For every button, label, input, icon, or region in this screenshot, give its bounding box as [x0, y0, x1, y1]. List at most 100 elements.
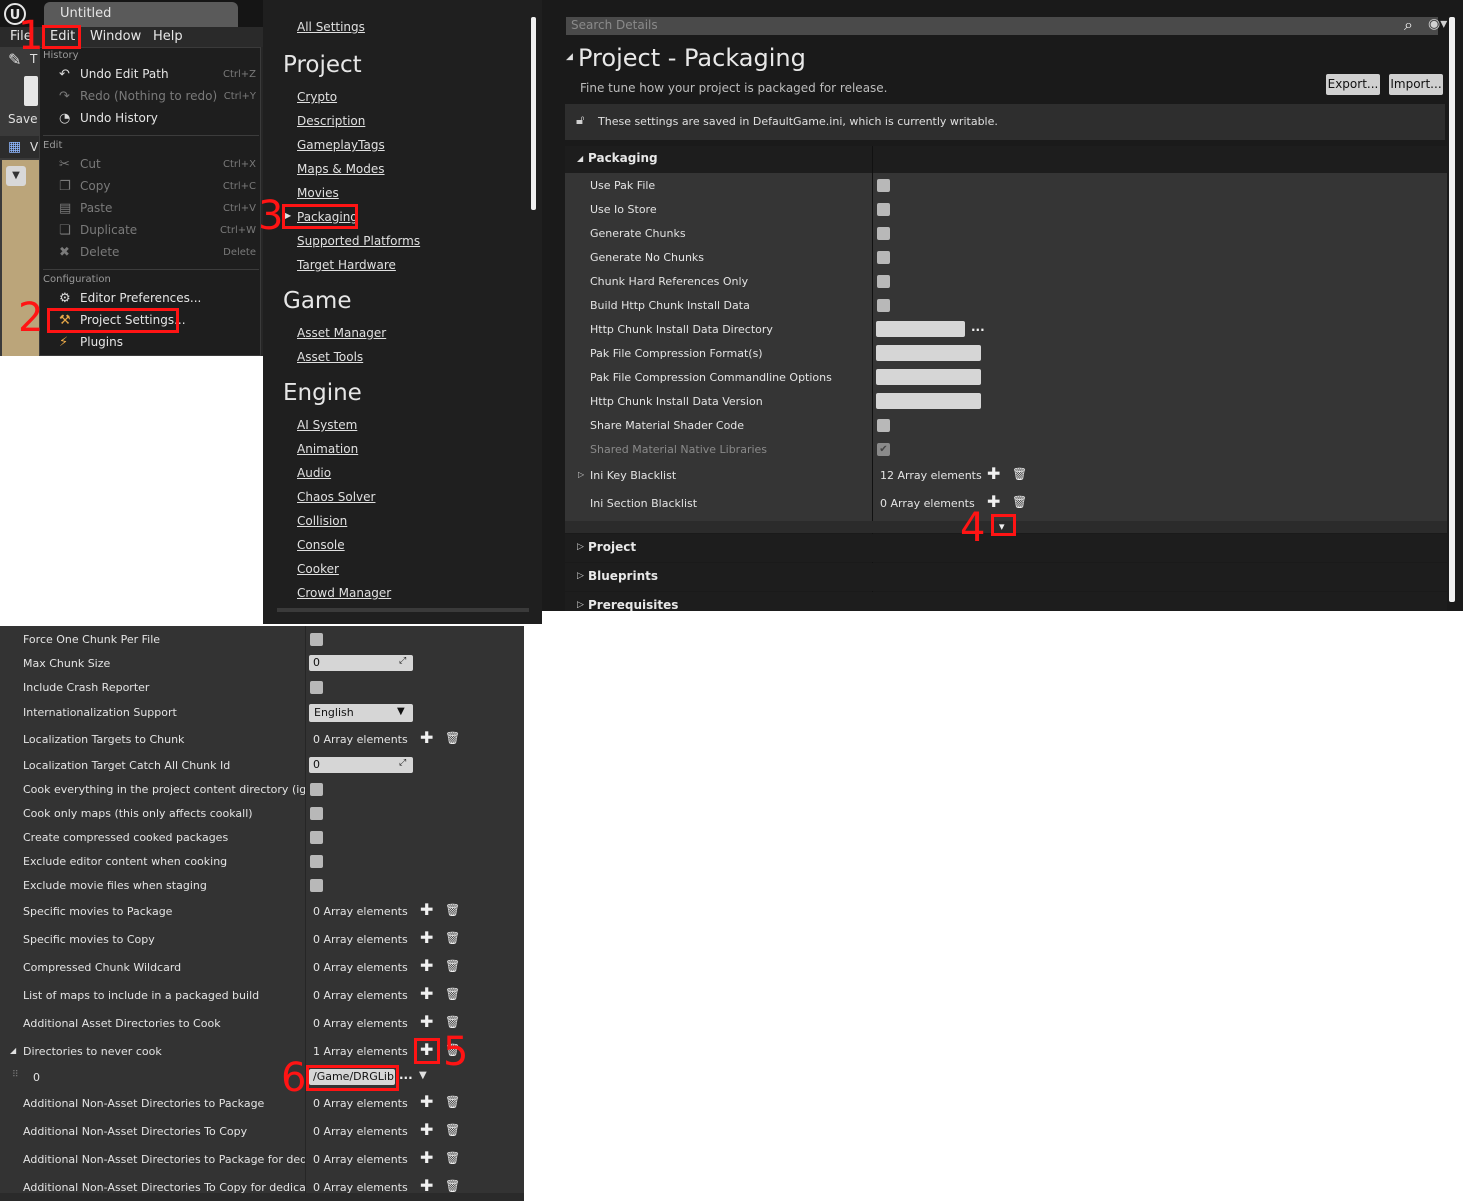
- nav-link-maps-modes[interactable]: Maps & Modes: [297, 162, 385, 176]
- trash-icon[interactable]: 🗑︎: [445, 959, 460, 973]
- trash-icon[interactable]: 🗑︎: [445, 1123, 460, 1137]
- nav-scrollbar[interactable]: [531, 17, 536, 210]
- eye-visibility-icon[interactable]: ◉▾: [1428, 16, 1447, 32]
- catch-all-chunk-id-input[interactable]: 0 ⤢: [309, 757, 413, 773]
- trash-icon[interactable]: 🗑︎: [445, 903, 460, 917]
- cook-everything-checkbox[interactable]: [310, 783, 323, 796]
- import-button[interactable]: Import...: [1389, 74, 1443, 95]
- nav-link-animation[interactable]: Animation: [297, 442, 358, 456]
- viewport-layout-icon[interactable]: ▦: [8, 139, 21, 155]
- menu-item-redo[interactable]: ↷ Redo (Nothing to redo) Ctrl+Y: [40, 86, 260, 108]
- menu-item-paste[interactable]: ▤ Paste Ctrl+V: [40, 198, 260, 220]
- add-element-icon[interactable]: ✚: [987, 464, 1000, 483]
- menu-item-cut[interactable]: ✂ Cut Ctrl+X: [40, 154, 260, 176]
- share-material-shader-checkbox[interactable]: [877, 419, 890, 432]
- menu-item-undo[interactable]: ↶ Undo Edit Path Ctrl+Z: [40, 64, 260, 86]
- trash-icon[interactable]: 🗑︎: [445, 731, 460, 745]
- export-button[interactable]: Export...: [1326, 74, 1380, 95]
- nav-link-description[interactable]: Description: [297, 114, 365, 128]
- add-element-icon[interactable]: ✚: [420, 728, 433, 747]
- all-settings-link[interactable]: All Settings: [297, 20, 365, 34]
- nav-link-chaos-solver[interactable]: Chaos Solver: [297, 490, 375, 504]
- menu-item-undo-history[interactable]: ◔ Undo History: [40, 108, 260, 130]
- menu-item-delete[interactable]: ✖ Delete Delete: [40, 242, 260, 264]
- generate-chunks-checkbox[interactable]: [877, 227, 890, 240]
- include-crash-reporter-checkbox[interactable]: [310, 681, 323, 694]
- nav-link-cooker[interactable]: Cooker: [297, 562, 339, 576]
- add-element-icon[interactable]: ✚: [420, 1148, 433, 1167]
- nav-link-asset-tools[interactable]: Asset Tools: [297, 350, 363, 364]
- pak-compression-format-input[interactable]: [876, 345, 981, 361]
- search-details-input[interactable]: Search Details: [566, 17, 1438, 35]
- add-element-icon[interactable]: ✚: [420, 956, 433, 975]
- nav-link-console[interactable]: Console: [297, 538, 345, 552]
- add-element-icon[interactable]: ✚: [420, 1012, 433, 1031]
- trash-icon[interactable]: 🗑︎: [445, 1179, 460, 1193]
- trash-icon[interactable]: 🗑︎: [445, 931, 460, 945]
- save-icon[interactable]: [24, 76, 38, 106]
- element-options-icon[interactable]: ▼: [419, 1070, 427, 1081]
- nav-horizontal-scrollbar[interactable]: [277, 608, 529, 612]
- add-element-icon[interactable]: ✚: [420, 1092, 433, 1111]
- nav-link-audio[interactable]: Audio: [297, 466, 331, 480]
- expand-arrow-icon[interactable]: ▷: [578, 470, 584, 479]
- category-header-packaging[interactable]: [565, 146, 1447, 174]
- trash-icon[interactable]: 🗑︎: [1012, 495, 1027, 509]
- max-chunk-size-input[interactable]: 0 ⤢: [309, 655, 413, 671]
- exclude-movie-files-checkbox[interactable]: [310, 879, 323, 892]
- browse-more-button[interactable]: ...: [399, 1068, 413, 1082]
- trash-icon[interactable]: 🗑︎: [445, 1095, 460, 1109]
- force-one-chunk-checkbox[interactable]: [310, 633, 323, 646]
- search-icon[interactable]: ⌕: [1404, 15, 1413, 35]
- menu-item-duplicate[interactable]: ❏ Duplicate Ctrl+W: [40, 220, 260, 242]
- internationalization-dropdown[interactable]: English ▼: [309, 704, 413, 722]
- browse-more-button[interactable]: ...: [971, 320, 985, 334]
- delete-icon: ✖: [59, 245, 70, 260]
- use-io-store-checkbox[interactable]: [877, 203, 890, 216]
- add-element-icon[interactable]: ✚: [420, 928, 433, 947]
- add-element-icon[interactable]: ✚: [420, 1176, 433, 1195]
- nav-link-ai-system[interactable]: AI System: [297, 418, 357, 432]
- use-pak-file-checkbox[interactable]: [877, 179, 890, 192]
- category-header-blueprints[interactable]: [565, 563, 1447, 591]
- horizontal-scrollbar[interactable]: [0, 1193, 524, 1201]
- menu-help[interactable]: Help: [153, 29, 183, 44]
- trash-icon[interactable]: 🗑︎: [445, 1151, 460, 1165]
- viewport-options-icon[interactable]: ▼: [6, 166, 26, 186]
- nav-link-collision[interactable]: Collision: [297, 514, 347, 528]
- menu-window[interactable]: Window: [90, 29, 141, 44]
- menu-item-editor-preferences[interactable]: ⚙ Editor Preferences...: [40, 288, 260, 310]
- nav-link-movies[interactable]: Movies: [297, 186, 339, 200]
- add-element-icon[interactable]: ✚: [420, 1120, 433, 1139]
- build-http-chunk-checkbox[interactable]: [877, 299, 890, 312]
- details-scrollbar[interactable]: [1449, 17, 1455, 602]
- cook-only-maps-checkbox[interactable]: [310, 807, 323, 820]
- add-element-icon[interactable]: ✚: [420, 984, 433, 1003]
- nav-link-target-hardware[interactable]: Target Hardware: [297, 258, 396, 272]
- trash-icon[interactable]: 🗑︎: [445, 987, 460, 1001]
- category-header-project[interactable]: [565, 534, 1447, 562]
- compressed-cooked-checkbox[interactable]: [310, 831, 323, 844]
- nav-link-crowd-manager[interactable]: Crowd Manager: [297, 586, 391, 600]
- collapse-arrow-icon[interactable]: ◢: [566, 52, 573, 62]
- menu-item-copy[interactable]: ❐ Copy Ctrl+C: [40, 176, 260, 198]
- menu-item-plugins[interactable]: ⚡ Plugins: [40, 332, 260, 354]
- http-chunk-version-input[interactable]: [876, 393, 981, 409]
- trash-icon[interactable]: 🗑︎: [1012, 467, 1027, 481]
- drag-handle-icon[interactable]: ⠿: [12, 1070, 19, 1080]
- level-tab[interactable]: Untitled: [44, 2, 238, 27]
- nav-link-gameplaytags[interactable]: GameplayTags: [297, 138, 385, 152]
- generate-no-chunks-checkbox[interactable]: [877, 251, 890, 264]
- nav-link-asset-manager[interactable]: Asset Manager: [297, 326, 386, 340]
- add-element-icon[interactable]: ✚: [420, 900, 433, 919]
- exclude-editor-content-checkbox[interactable]: [310, 855, 323, 868]
- pak-compression-options-input[interactable]: [876, 369, 981, 385]
- http-chunk-directory-input[interactable]: [876, 321, 965, 337]
- add-element-icon[interactable]: ✚: [987, 492, 1000, 511]
- nav-link-supported-platforms[interactable]: Supported Platforms: [297, 234, 420, 248]
- nav-link-crypto[interactable]: Crypto: [297, 90, 337, 104]
- trash-icon[interactable]: 🗑︎: [445, 1015, 460, 1029]
- chunk-hard-references-checkbox[interactable]: [877, 275, 890, 288]
- expanded-arrow-icon[interactable]: ◢: [10, 1046, 16, 1055]
- category-header-prerequisites[interactable]: [565, 592, 1447, 611]
